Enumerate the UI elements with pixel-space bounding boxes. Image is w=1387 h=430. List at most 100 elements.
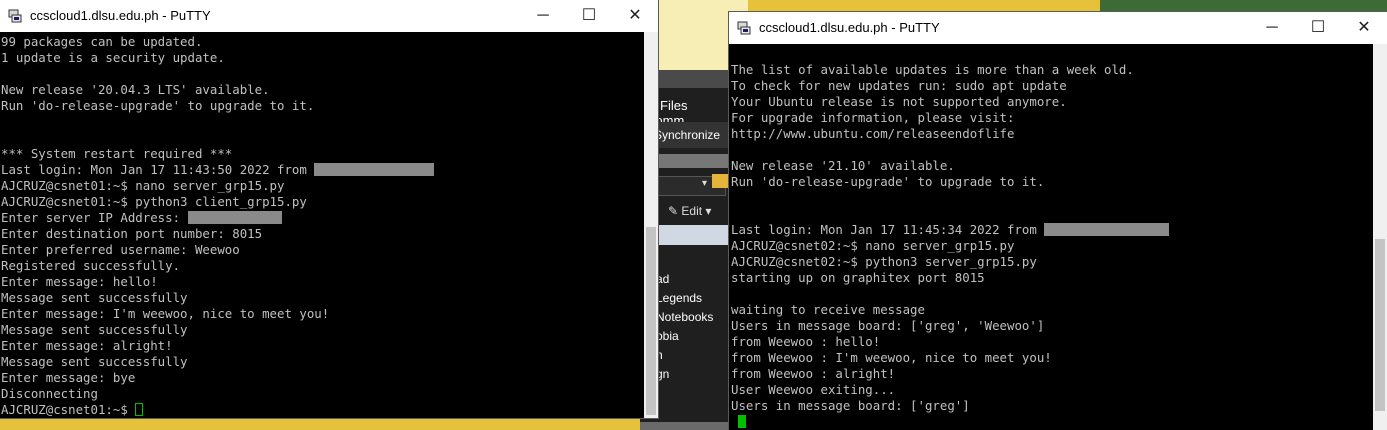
terminal-line: AJCRUZ@csnet02:~$ python3 server_grp15.p…: [731, 254, 1373, 270]
terminal-line-text: [731, 414, 738, 429]
terminal-line-text: Run 'do-release-upgrade' to upgrade to i…: [1, 98, 315, 113]
terminal-output[interactable]: The list of available updates is more th…: [729, 62, 1373, 430]
terminal-line: Disconnecting: [1, 386, 644, 402]
window-controls: ─ ☐ ✕: [520, 0, 658, 32]
terminal-line: New release '21.10' available.: [731, 158, 1373, 174]
terminal-line: Enter message: hello!: [1, 274, 644, 290]
redacted-ip: [314, 163, 435, 176]
list-item[interactable]: obia: [656, 327, 713, 346]
terminal-line: 99 packages can be updated.: [1, 34, 644, 50]
terminal-line-text: starting up on graphitex port 8015: [731, 270, 985, 285]
terminal-line-text: Message sent successfully: [1, 322, 188, 337]
terminal-line: [731, 190, 1373, 206]
terminal-line-text: *** System restart required ***: [1, 146, 233, 161]
terminal-line-text: For upgrade information, please visit:: [731, 110, 1015, 125]
putty-window-right[interactable]: ccscloud1.dlsu.edu.ph - PuTTY ─ ☐ ✕ The …: [729, 12, 1387, 430]
edit-label: Edit: [681, 204, 703, 218]
terminal-line: Message sent successfully: [1, 354, 644, 370]
list-item[interactable]: Notebooks: [656, 308, 713, 327]
terminal-line-text: Message sent successfully: [1, 290, 188, 305]
menu-files[interactable]: Files: [660, 98, 687, 113]
minimize-button[interactable]: ─: [520, 0, 566, 32]
background-app-list: ad Legends Notebooks obia n gn: [656, 270, 713, 384]
list-item[interactable]: ad: [656, 270, 713, 289]
close-button[interactable]: ✕: [1341, 12, 1387, 44]
terminal-line-text: [731, 286, 738, 301]
terminal-line: New release '20.04.3 LTS' available.: [1, 82, 644, 98]
terminal-line-text: New release '20.04.3 LTS' available.: [1, 82, 270, 97]
terminal-line: [731, 142, 1373, 158]
terminal-cursor: [738, 415, 747, 428]
terminal-line: Run 'do-release-upgrade' to upgrade to i…: [1, 98, 644, 114]
scrollbar[interactable]: [644, 32, 658, 418]
terminal-line: http://www.ubuntu.com/releaseendoflife: [731, 126, 1373, 142]
terminal-line-text: from Weewoo : hello!: [731, 334, 881, 349]
terminal-line: The list of available updates is more th…: [731, 62, 1373, 78]
terminal-line: from Weewoo : alright!: [731, 366, 1373, 382]
window-title: ccscloud1.dlsu.edu.ph - PuTTY: [30, 8, 211, 23]
terminal-line-text: Last login: Mon Jan 17 11:45:34 2022 fro…: [731, 222, 1045, 237]
list-item[interactable]: n: [656, 346, 713, 365]
terminal-line-text: from Weewoo : I'm weewoo, nice to meet y…: [731, 350, 1052, 365]
folder-icon[interactable]: [712, 174, 728, 188]
terminal-line-text: 1 update is a security update.: [1, 50, 225, 65]
terminal-line: [731, 286, 1373, 302]
terminal-line: Message sent successfully: [1, 322, 644, 338]
scrollbar-thumb[interactable]: [646, 227, 656, 415]
terminal-cursor: [135, 403, 144, 416]
terminal-line: Run 'do-release-upgrade' to upgrade to i…: [731, 174, 1373, 190]
chevron-down-icon[interactable]: ▾: [702, 178, 707, 189]
list-item[interactable]: gn: [656, 365, 713, 384]
terminal-line: *** System restart required ***: [1, 146, 644, 162]
terminal-line-text: Enter message: bye: [1, 370, 136, 385]
terminal-line-text: [731, 142, 738, 157]
terminal-line: Enter message: I'm weewoo, nice to meet …: [1, 306, 644, 322]
edit-button[interactable]: ✎ Edit ▾: [668, 204, 711, 218]
maximize-button[interactable]: ☐: [566, 0, 612, 32]
terminal-line-text: Enter message: alright!: [1, 338, 173, 353]
window-title: ccscloud1.dlsu.edu.ph - PuTTY: [759, 20, 940, 35]
terminal-line-text: waiting to receive message: [731, 302, 925, 317]
terminal-line-text: To check for new updates run: sudo apt u…: [731, 78, 1067, 93]
terminal-line: Registered successfully.: [1, 258, 644, 274]
terminal-line: For upgrade information, please visit:: [731, 110, 1373, 126]
terminal-line: waiting to receive message: [731, 302, 1373, 318]
terminal-line-text: AJCRUZ@csnet01:~$ nano server_grp15.py: [1, 178, 285, 193]
terminal-output[interactable]: 99 packages can be updated. 1 update is a…: [0, 34, 644, 418]
terminal-line-text: [1, 114, 8, 129]
titlebar[interactable]: ccscloud1.dlsu.edu.ph - PuTTY ─ ☐ ✕: [729, 12, 1387, 44]
terminal-line: To check for new updates run: sudo apt u…: [731, 78, 1373, 94]
terminal-line: Users in message board: ['greg', 'Weewoo…: [731, 318, 1373, 334]
terminal-line-text: AJCRUZ@csnet02:~$ python3 server_grp15.p…: [731, 254, 1037, 269]
terminal-line: 1 update is a security update.: [1, 50, 644, 66]
terminal-line: [1, 114, 644, 130]
terminal-line-text: http://www.ubuntu.com/releaseendoflife: [731, 126, 1015, 141]
terminal-line-text: Users in message board: ['greg', 'Weewoo…: [731, 318, 1045, 333]
terminal-line-text: Run 'do-release-upgrade' to upgrade to i…: [731, 174, 1045, 189]
terminal-line: [1, 130, 644, 146]
terminal-line-text: Enter destination port number: 8015: [1, 226, 263, 241]
maximize-button[interactable]: ☐: [1295, 12, 1341, 44]
terminal-line-text: Users in message board: ['greg']: [731, 398, 970, 413]
scrollbar-thumb[interactable]: [1375, 239, 1385, 411]
terminal-line-text: Enter server IP Address:: [1, 210, 188, 225]
titlebar[interactable]: ccscloud1.dlsu.edu.ph - PuTTY ─ ☐ ✕: [0, 0, 658, 32]
terminal-line: AJCRUZ@csnet01:~$: [1, 402, 644, 418]
terminal-line-text: AJCRUZ@csnet01:~$: [1, 402, 136, 417]
close-button[interactable]: ✕: [612, 0, 658, 32]
minimize-button[interactable]: ─: [1249, 12, 1295, 44]
putty-window-left[interactable]: ccscloud1.dlsu.edu.ph - PuTTY ─ ☐ ✕ 99 p…: [0, 0, 658, 418]
terminal-line: Users in message board: ['greg']: [731, 398, 1373, 414]
terminal-line: Enter message: alright!: [1, 338, 644, 354]
terminal-line-text: [731, 206, 738, 221]
terminal-line: Enter server IP Address:: [1, 210, 644, 226]
terminal-line: from Weewoo : hello!: [731, 334, 1373, 350]
terminal-line-text: from Weewoo : alright!: [731, 366, 896, 381]
terminal-line: starting up on graphitex port 8015: [731, 270, 1373, 286]
scrollbar[interactable]: [1373, 44, 1387, 430]
list-item[interactable]: Legends: [656, 289, 713, 308]
terminal-line-text: Disconnecting: [1, 386, 98, 401]
terminal-line: Enter message: bye: [1, 370, 644, 386]
window-controls: ─ ☐ ✕: [1249, 12, 1387, 44]
terminal-line-text: Last login: Mon Jan 17 11:43:50 2022 fro…: [1, 162, 315, 177]
